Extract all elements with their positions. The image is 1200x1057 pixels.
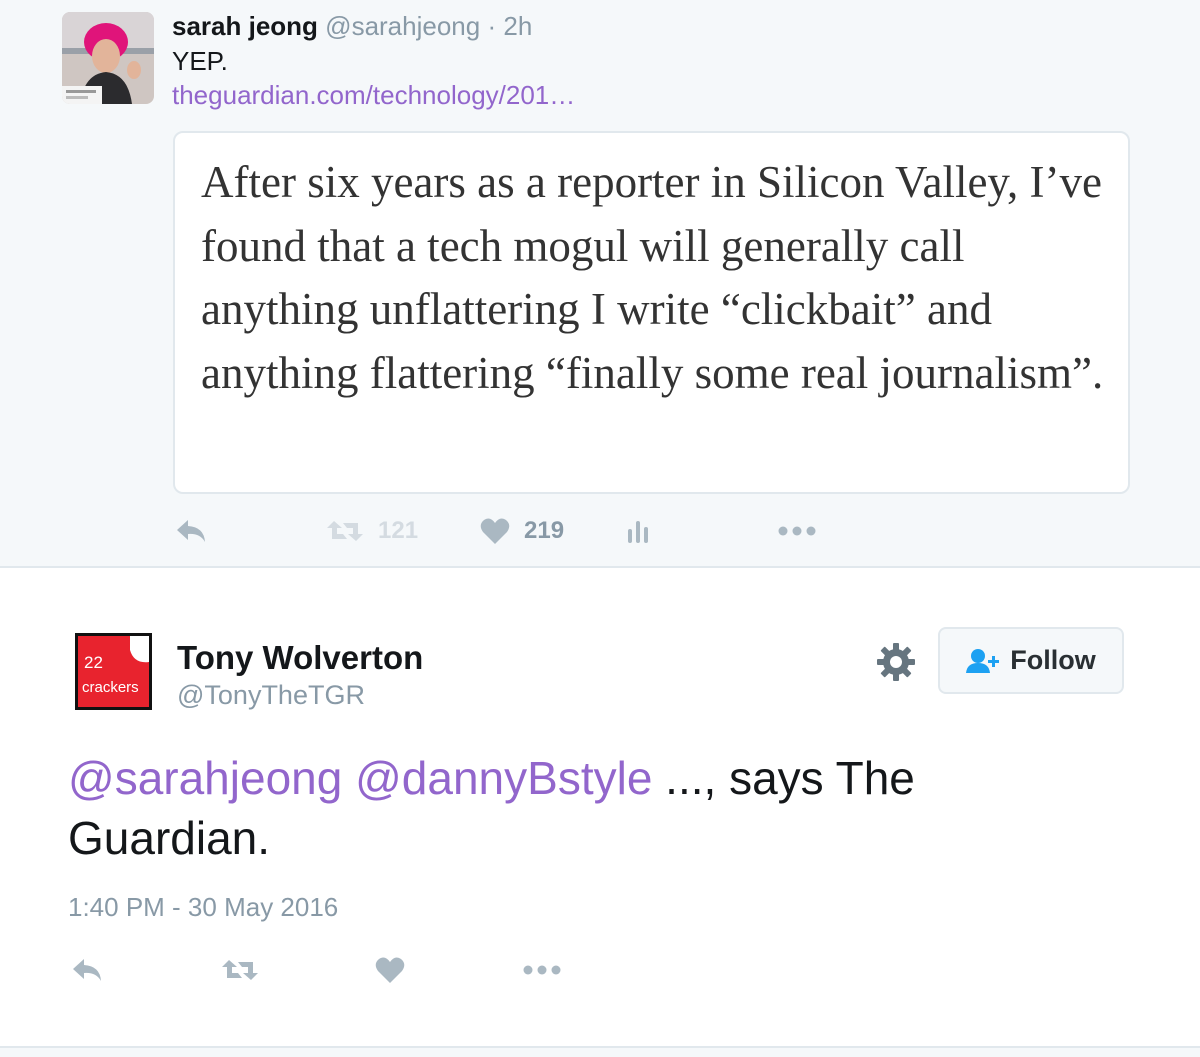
mention-link[interactable]: @dannyBstyle — [355, 752, 652, 804]
quoted-tweet-actions: 121 219 — [172, 508, 872, 554]
tweet-text: @sarahjeong @dannyBstyle ..., says The G… — [68, 748, 1068, 868]
heart-icon — [480, 518, 510, 544]
quote-card-text: After six years as a reporter in Silicon… — [201, 157, 1104, 398]
quoted-tweet[interactable]: sarah jeong @sarahjeong · 2h YEP. thegua… — [0, 0, 1200, 568]
like-count: 219 — [524, 517, 565, 544]
more-options-button[interactable] — [523, 950, 561, 990]
author-name[interactable]: sarah jeong — [172, 11, 318, 41]
retweet-count: 121 — [378, 517, 419, 544]
avatar-number: 22 — [84, 653, 103, 672]
author-handle[interactable]: @TonyTheTGR — [177, 677, 365, 713]
follow-button[interactable]: Follow — [938, 627, 1124, 694]
more-options-button[interactable] — [778, 508, 816, 554]
like-button[interactable]: 219 — [480, 508, 564, 554]
reply-button[interactable] — [174, 508, 208, 554]
quote-image-card[interactable]: After six years as a reporter in Silicon… — [173, 131, 1130, 494]
author-avatar[interactable]: 22 crackers — [75, 633, 152, 710]
header-separator: · — [487, 11, 497, 41]
avatar-logo: 22 crackers — [78, 636, 149, 707]
reply-icon — [177, 520, 205, 542]
like-button[interactable] — [375, 950, 405, 990]
reply-icon — [73, 959, 101, 981]
author-name[interactable]: Tony Wolverton — [177, 637, 423, 679]
avatar-photo — [62, 12, 154, 104]
heart-icon — [375, 957, 405, 983]
quoted-tweet-header: sarah jeong @sarahjeong · 2h — [172, 8, 532, 44]
mention-link[interactable]: @sarahjeong — [68, 752, 342, 804]
retweet-icon — [327, 521, 363, 541]
tweet-time[interactable]: 2h — [503, 11, 532, 41]
timeline-divider — [0, 1046, 1200, 1057]
settings-button[interactable] — [876, 642, 916, 682]
add-user-icon — [966, 648, 1000, 673]
tweet-actions — [68, 950, 668, 990]
retweet-button[interactable] — [221, 950, 259, 990]
more-icon — [778, 526, 816, 536]
retweet-icon — [222, 960, 258, 980]
avatar-word: crackers — [82, 679, 139, 696]
author-handle[interactable]: @sarahjeong — [325, 11, 480, 41]
article-link[interactable]: theguardian.com/technology/201… — [172, 78, 575, 112]
follow-label: Follow — [1010, 645, 1096, 675]
more-icon — [523, 965, 561, 975]
reply-button[interactable] — [70, 950, 104, 990]
author-avatar[interactable] — [62, 12, 154, 104]
retweet-button[interactable]: 121 — [326, 508, 418, 554]
analytics-icon — [628, 521, 648, 543]
analytics-button[interactable] — [626, 508, 652, 554]
tweet-text: YEP. — [172, 46, 228, 76]
gear-icon — [877, 643, 915, 681]
tweet-timestamp[interactable]: 1:40 PM - 30 May 2016 — [68, 890, 338, 924]
